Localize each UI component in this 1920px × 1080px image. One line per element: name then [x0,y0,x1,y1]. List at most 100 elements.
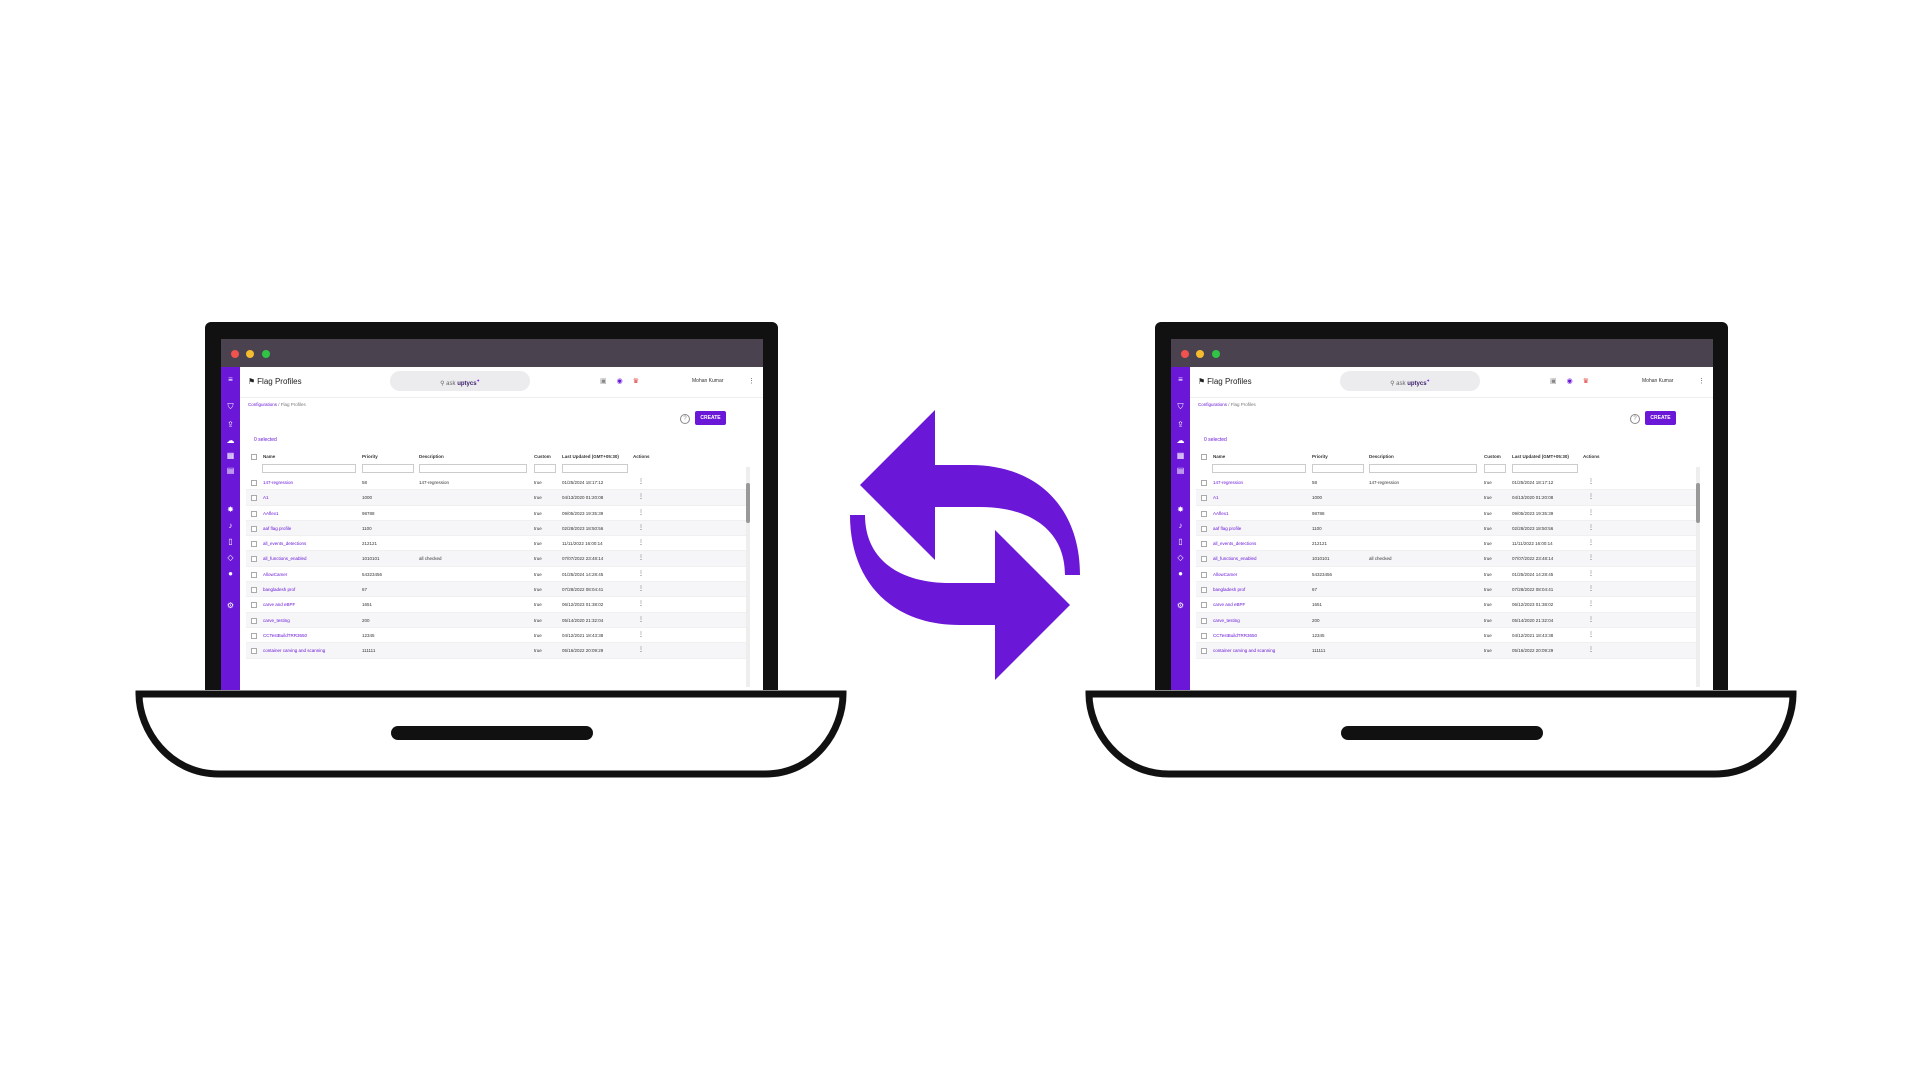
row-checkbox[interactable] [1201,602,1207,609]
row-name[interactable]: A1 [263,495,269,500]
row-name[interactable]: bangladesh prof [263,587,295,592]
row-checkbox[interactable] [1201,510,1207,517]
row-actions-icon[interactable]: ⋮ [1588,646,1594,653]
table-row[interactable]: 147-regression 58 147-regression true 01/25/… [246,475,746,491]
row-actions-icon[interactable]: ⋮ [638,478,644,485]
table-row[interactable]: carve and eBPF 1651 true 06/12/2023 01:38:0… [246,597,746,613]
cloud-upload-icon[interactable]: ⇪ [1176,421,1185,429]
row-name[interactable]: container carving and scanning [1213,648,1275,653]
table-row[interactable]: bangladesh prof 67 true 07/28/2022 08:04:41… [246,582,746,598]
table-row[interactable]: CCTestBuildTRR3650 12345 true 04/12/2021 18… [1196,628,1696,644]
row-checkbox[interactable] [1201,541,1207,548]
table-row[interactable]: AAflex1 98788 true 09/05/2023 19:35:39 ⋮ [1196,506,1696,521]
table-row[interactable]: container carving and scanning 111111 true… [1196,643,1696,659]
bell-icon[interactable]: ♪ [1176,522,1185,530]
row-actions-icon[interactable]: ⋮ [638,493,644,500]
row-name[interactable]: container carving and scanning [263,648,325,653]
row-name[interactable]: A1 [1213,495,1219,500]
shield-icon[interactable]: ⛉ [226,403,235,411]
row-actions-icon[interactable]: ⋮ [638,539,644,546]
row-checkbox[interactable] [251,587,257,594]
row-name[interactable]: bangladesh prof [1213,587,1245,592]
row-actions-icon[interactable]: ⋮ [1588,539,1594,546]
row-checkbox[interactable] [1201,495,1207,502]
settings-icon[interactable]: ⚙ [226,602,235,610]
row-checkbox[interactable] [251,648,257,655]
maximize-dot-icon[interactable] [262,350,270,358]
cloud-upload-icon[interactable]: ⇪ [226,421,235,429]
compass-icon[interactable]: ◇ [226,554,235,562]
row-name[interactable]: all_functions_enabled [1213,556,1257,561]
table-row[interactable]: aaf flag profile 1100 true 02/28/2023 18:50… [1196,520,1696,537]
table-row[interactable]: all_events_detections 212121 true 11/11/202… [246,536,746,552]
menu-icon[interactable]: ≡ [226,376,235,384]
row-name[interactable]: carve and eBPF [1213,602,1245,607]
table-row[interactable]: AllowCamer 54323456 true 01/25/2024 14:28:4… [1196,567,1696,583]
filter-description-input[interactable] [1369,464,1477,473]
table-row[interactable]: container carving and scanning 111111 true… [246,643,746,659]
table-row[interactable]: carve and eBPF 1651 true 06/12/2023 01:38:0… [1196,597,1696,613]
database-icon[interactable]: ▤ [1176,467,1185,475]
close-dot-icon[interactable] [231,350,239,358]
row-checkbox[interactable] [1201,632,1207,639]
row-actions-icon[interactable]: ⋮ [1588,631,1594,638]
shield-icon[interactable]: ⛉ [1176,403,1185,411]
create-button[interactable]: CREATE [1645,411,1676,425]
row-actions-icon[interactable]: ⋮ [1588,585,1594,592]
row-name[interactable]: CCTestBuildTRR3650 [263,633,307,638]
table-row[interactable]: all_functions_enabled 1010101 all checked t… [246,551,746,567]
filter-date-input[interactable] [1512,464,1578,473]
row-name[interactable]: AllowCamer [263,572,287,577]
scrollbar-thumb[interactable] [1696,483,1700,523]
row-checkbox[interactable] [1201,571,1207,578]
filter-priority-input[interactable] [362,464,414,473]
table-row[interactable]: 147-regression 58 147-regression true 01/25/… [1196,475,1696,491]
row-checkbox[interactable] [251,571,257,578]
bell-icon[interactable]: ♪ [226,522,235,530]
briefcase-icon[interactable]: ▣ [1550,378,1557,385]
grid-icon[interactable]: ▦ [226,452,235,460]
row-actions-icon[interactable]: ⋮ [1588,478,1594,485]
row-name[interactable]: all_events_detections [263,541,306,546]
row-actions-icon[interactable]: ⋮ [638,631,644,638]
row-checkbox[interactable] [1201,617,1207,624]
row-name[interactable]: carve_testing [263,618,290,623]
row-checkbox[interactable] [251,556,257,563]
table-row[interactable]: CCTestBuildTRR3650 12345 true 04/12/2021 18… [246,628,746,644]
document-icon[interactable]: ▯ [226,538,235,546]
row-checkbox[interactable] [251,541,257,548]
col-description[interactable]: Description [419,454,444,459]
filter-description-input[interactable] [419,464,527,473]
menu-icon[interactable]: ≡ [1176,376,1185,384]
help-circle-icon[interactable]: ◉ [617,378,623,385]
table-row[interactable]: all_functions_enabled 1010101 all checked t… [1196,551,1696,567]
maximize-dot-icon[interactable] [1212,350,1220,358]
row-checkbox[interactable] [251,480,257,486]
col-name[interactable]: Name [263,454,275,459]
search-bar[interactable]: ⚲ ask uptycs✦ [1340,371,1480,391]
row-checkbox[interactable] [251,602,257,609]
col-last-updated[interactable]: Last Updated (GMT+05:30) [1512,454,1569,459]
filter-custom-input[interactable] [534,464,556,473]
row-name[interactable]: aaf flag profile [263,526,291,531]
filter-name-input[interactable] [1212,464,1306,473]
document-icon[interactable]: ▯ [1176,538,1185,546]
cloud-icon[interactable]: ☁ [226,437,235,445]
alert-icon[interactable]: ♛ [633,378,639,385]
alert-icon[interactable]: ♛ [1583,378,1589,385]
settings-icon[interactable]: ⚙ [1176,602,1185,610]
minimize-dot-icon[interactable] [246,350,254,358]
breadcrumb-parent[interactable]: Configurations [1198,402,1227,407]
table-row[interactable]: A1 1000 true 04/13/2020 01:20:08 ⋮ [1196,490,1696,506]
breadcrumb-parent[interactable]: Configurations [248,402,277,407]
row-actions-icon[interactable]: ⋮ [638,600,644,607]
col-description[interactable]: Description [1369,454,1394,459]
row-actions-icon[interactable]: ⋮ [1588,600,1594,607]
filter-name-input[interactable] [262,464,356,473]
row-name[interactable]: AllowCamer [1213,572,1237,577]
col-last-updated[interactable]: Last Updated (GMT+05:30) [562,454,619,459]
more-menu-icon[interactable]: ⋮ [748,377,755,385]
row-checkbox[interactable] [1201,525,1207,532]
row-actions-icon[interactable]: ⋮ [1588,493,1594,500]
row-name[interactable]: 147-regression [1213,480,1243,485]
